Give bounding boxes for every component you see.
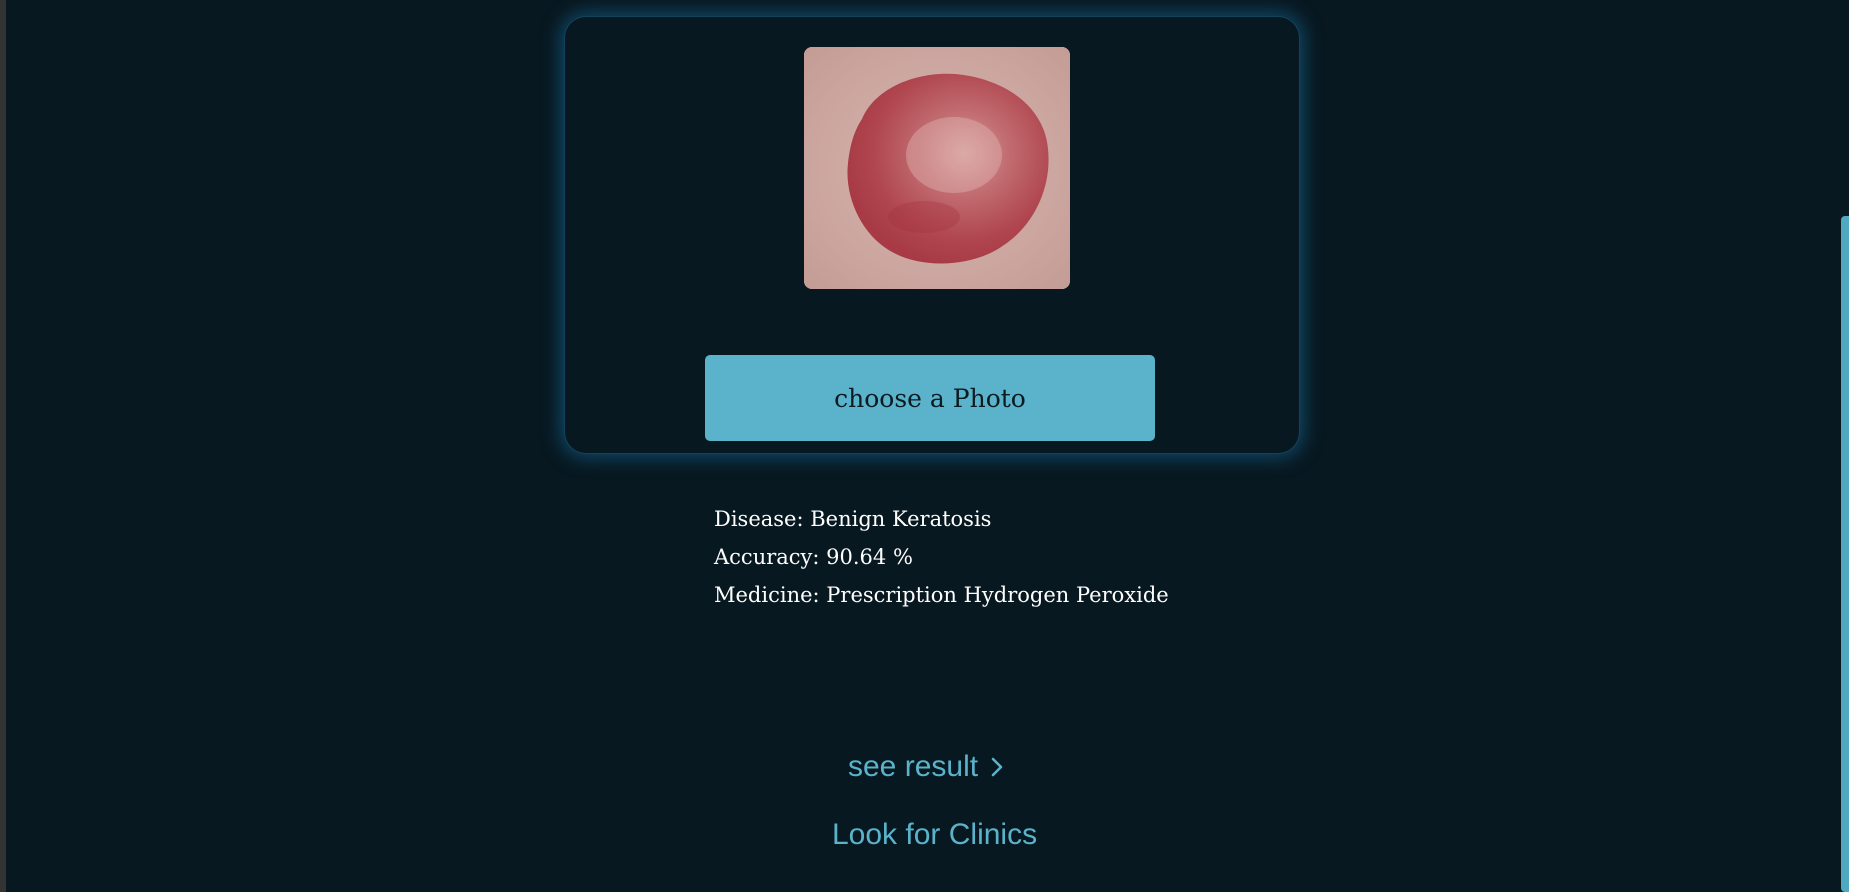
uploaded-photo-preview <box>804 47 1070 289</box>
scrollbar-thumb[interactable] <box>1841 216 1849 892</box>
see-result-link[interactable]: see result <box>848 750 1020 784</box>
skin-lesion-image <box>804 47 1070 289</box>
main-viewport: choose a Photo Disease: Benign Keratosis… <box>6 0 1849 892</box>
accuracy-result: Accuracy: 90.64 % <box>714 545 913 569</box>
chevron-right-icon <box>991 757 1003 777</box>
look-for-clinics-link[interactable]: Look for Clinics <box>832 818 1037 852</box>
upload-card: choose a Photo <box>564 16 1300 454</box>
choose-photo-button[interactable]: choose a Photo <box>705 355 1155 441</box>
medicine-result: Medicine: Prescription Hydrogen Peroxide <box>714 583 1169 607</box>
prediction-results: Disease: Benign Keratosis Accuracy: 90.6… <box>714 500 1169 614</box>
see-result-label: see result <box>848 750 979 783</box>
disease-result: Disease: Benign Keratosis <box>714 507 992 531</box>
